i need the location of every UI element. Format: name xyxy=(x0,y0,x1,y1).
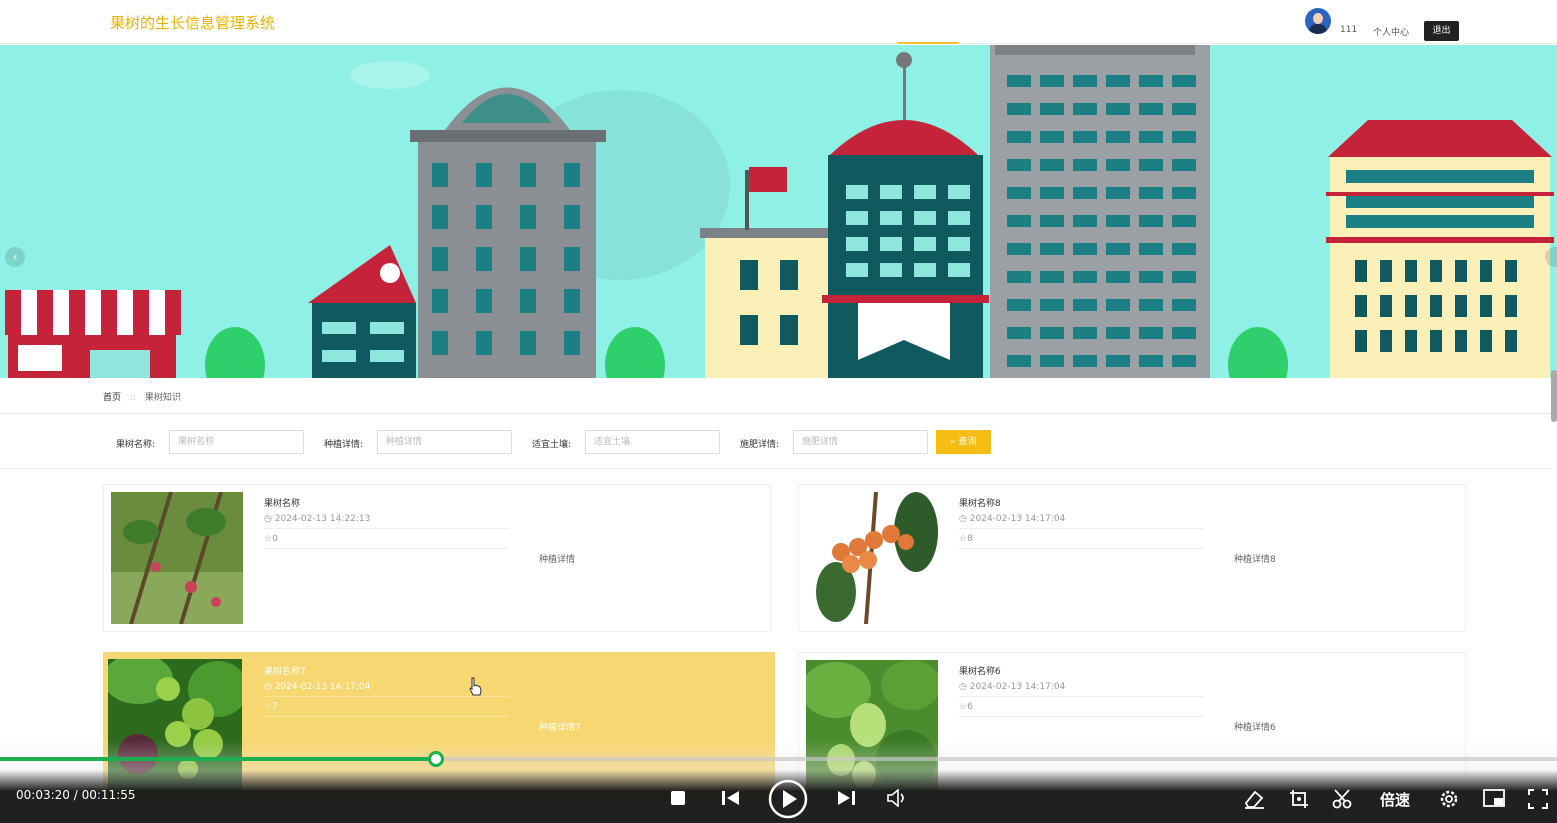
personal-center-link[interactable]: 个人中心 xyxy=(1373,25,1409,38)
top-header: 果树的生长信息管理系统 111 个人中心 退出 xyxy=(0,0,1557,44)
search-label-fertilizer: 施肥详情: xyxy=(740,440,780,450)
card-title: 果树名称7 xyxy=(264,667,306,677)
card-title: 果树名称6 xyxy=(959,667,1001,677)
breadcrumb-home[interactable]: 首页 xyxy=(103,393,121,403)
card-count-value: 7 xyxy=(272,702,278,712)
search-button[interactable]: ⌕ 查询 xyxy=(936,430,991,454)
star-icon: ☆ xyxy=(959,534,968,544)
card-count: ☆8 xyxy=(959,534,1204,549)
star-icon: ☆ xyxy=(264,534,273,544)
card-count: ☆7 xyxy=(264,702,509,717)
clock-icon: ◷ xyxy=(264,682,275,692)
previous-icon[interactable] xyxy=(722,790,740,811)
playback-time: 00:03:20 / 00:11:55 xyxy=(16,788,136,802)
star-icon: ☆ xyxy=(959,702,968,712)
card-count-value: 0 xyxy=(272,534,278,544)
progress-fill xyxy=(0,757,436,761)
search-input-fertilizer[interactable]: 施肥详情 xyxy=(793,430,928,454)
card-time: ◷ 2024-02-13 14:17:04 xyxy=(959,682,1204,697)
breadcrumb: 首页 :: 果树知识 xyxy=(103,390,181,403)
star-icon: ☆ xyxy=(264,702,273,712)
fruit-card[interactable]: 果树名称 ◷ 2024-02-13 14:22:13 ☆0 种植详情 xyxy=(103,484,771,632)
clock-icon: ◷ xyxy=(959,682,970,692)
card-count: ☆0 xyxy=(264,534,509,549)
avatar-body xyxy=(1309,24,1327,34)
card-count: ☆6 xyxy=(959,702,1204,717)
picture-in-picture-icon[interactable] xyxy=(1483,789,1505,812)
logout-button[interactable]: 退出 xyxy=(1424,21,1459,41)
site-title[interactable]: 果树的生长信息管理系统 xyxy=(110,12,275,33)
search-label-planting: 种植详情: xyxy=(324,440,364,450)
card-time: ◷ 2024-02-13 14:17:04 xyxy=(959,514,1204,529)
hand-cursor-icon xyxy=(469,677,482,696)
volume-icon[interactable] xyxy=(887,788,907,812)
search-label-name: 果树名称: xyxy=(116,440,156,450)
card-time-value: 2024-02-13 14:22:13 xyxy=(274,514,371,524)
nav-active-indicator xyxy=(897,42,959,44)
avatar-head xyxy=(1313,13,1323,24)
search-button-label: 查询 xyxy=(958,437,977,447)
card-time-value: 2024-02-13 14:17:04 xyxy=(969,514,1066,524)
clock-icon: ◷ xyxy=(959,514,970,524)
search-input-soil[interactable]: 适宜土壤 xyxy=(585,430,720,454)
user-avatar[interactable] xyxy=(1305,8,1331,34)
fruit-image-loquat[interactable] xyxy=(806,492,938,624)
breadcrumb-current: 果树知识 xyxy=(144,393,181,403)
eraser-icon[interactable] xyxy=(1243,789,1265,814)
card-count-value: 8 xyxy=(967,534,973,544)
play-icon[interactable] xyxy=(768,779,808,823)
fruit-card[interactable]: 果树名称8 ◷ 2024-02-13 14:17:04 ☆8 种植详情8 xyxy=(798,484,1466,632)
scissors-icon[interactable] xyxy=(1332,789,1352,814)
page-scrollbar-thumb[interactable] xyxy=(1551,370,1557,422)
carousel-prev-icon[interactable]: ‹ xyxy=(5,247,25,267)
card-time-value: 2024-02-13 14:17:04 xyxy=(969,682,1066,692)
fruit-image-fig-tree[interactable] xyxy=(111,492,243,624)
username-label: 111 xyxy=(1340,25,1358,35)
card-time: ◷ 2024-02-13 14:22:13 xyxy=(264,514,509,529)
city-illustration xyxy=(5,45,1554,378)
search-label-soil: 适宜土壤: xyxy=(532,440,572,450)
fullscreen-icon[interactable] xyxy=(1528,789,1548,814)
progress-handle[interactable] xyxy=(428,751,444,767)
clock-icon: ◷ xyxy=(264,514,275,524)
playback-speed-button[interactable]: 倍速 xyxy=(1380,789,1410,810)
card-title: 果树名称8 xyxy=(959,499,1001,509)
settings-gear-icon[interactable] xyxy=(1439,789,1459,814)
card-detail: 种植详情6 xyxy=(1234,723,1276,733)
card-title: 果树名称 xyxy=(264,499,301,509)
carousel-banner[interactable]: ‹ xyxy=(0,45,1557,378)
card-detail: 种植详情8 xyxy=(1234,555,1276,565)
breadcrumb-separator: :: xyxy=(129,393,136,403)
card-time-value: 2024-02-13 14:17:04 xyxy=(274,682,371,692)
search-input-name[interactable]: 果树名称 xyxy=(169,430,304,454)
next-icon[interactable] xyxy=(837,790,855,811)
app-root: 果树的生长信息管理系统 111 个人中心 退出 ‹ 首页:: 果树知识 果树名… xyxy=(0,0,1557,823)
card-detail: 种植详情 xyxy=(539,555,576,565)
search-input-planting[interactable]: 种植详情 xyxy=(377,430,512,454)
stop-icon[interactable] xyxy=(670,790,686,811)
card-detail: 种植详情7 xyxy=(539,723,581,733)
card-count-value: 6 xyxy=(967,702,973,712)
crop-icon[interactable] xyxy=(1289,789,1309,814)
